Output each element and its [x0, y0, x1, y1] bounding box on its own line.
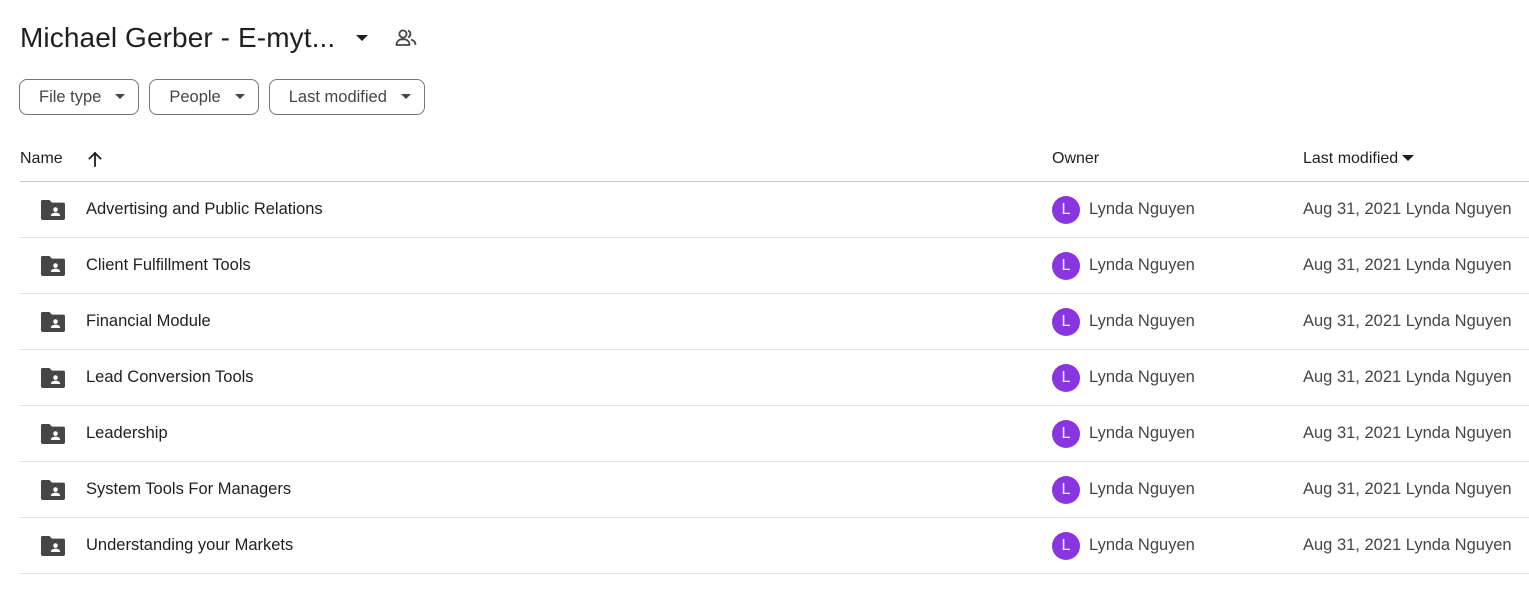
caret-down-icon — [1402, 155, 1415, 162]
table-header: Name Owner Last modified — [20, 136, 1529, 182]
file-list: Name Owner Last modified Advertising and… — [20, 136, 1529, 574]
column-label: Name — [20, 149, 63, 167]
name-column-header[interactable]: Name — [20, 150, 103, 168]
table-row[interactable]: Lead Conversion Tools L Lynda Nguyen Aug… — [20, 350, 1529, 406]
owner-name: Lynda Nguyen — [1089, 256, 1195, 274]
table-row[interactable]: Understanding your Markets L Lynda Nguye… — [20, 518, 1529, 574]
last-modified-value: Aug 31, 2021 Lynda Nguyen — [1303, 536, 1512, 554]
shared-folder-icon — [41, 368, 65, 388]
table-body: Advertising and Public Relations L Lynda… — [20, 182, 1529, 574]
last-modified-filter[interactable]: Last modified — [268, 79, 425, 115]
caret-down-icon — [234, 94, 245, 100]
owner-name: Lynda Nguyen — [1089, 312, 1195, 330]
file-name[interactable]: Leadership — [86, 424, 168, 443]
last-modified-value: Aug 31, 2021 Lynda Nguyen — [1303, 480, 1512, 498]
shared-folder-icon — [41, 424, 65, 444]
owner-name: Lynda Nguyen — [1089, 424, 1195, 442]
shared-folder-icon — [41, 200, 65, 220]
avatar[interactable]: L — [1052, 531, 1080, 560]
caret-down-icon[interactable] — [349, 25, 375, 51]
last-modified-value: Aug 31, 2021 Lynda Nguyen — [1303, 200, 1512, 218]
owner-name: Lynda Nguyen — [1089, 200, 1195, 218]
owner-cell: L Lynda Nguyen — [1052, 195, 1195, 224]
owner-cell: L Lynda Nguyen — [1052, 307, 1195, 336]
table-row[interactable]: Financial Module L Lynda Nguyen Aug 31, … — [20, 294, 1529, 350]
owner-name: Lynda Nguyen — [1089, 536, 1195, 554]
table-row[interactable]: Client Fulfillment Tools L Lynda Nguyen … — [20, 238, 1529, 294]
file-name[interactable]: Client Fulfillment Tools — [86, 256, 251, 275]
owner-cell: L Lynda Nguyen — [1052, 475, 1195, 504]
avatar[interactable]: L — [1052, 251, 1080, 280]
last-modified-value: Aug 31, 2021 Lynda Nguyen — [1303, 424, 1512, 442]
column-label: Last modified — [1303, 149, 1399, 167]
table-row[interactable]: Leadership L Lynda Nguyen Aug 31, 2021 L… — [20, 406, 1529, 462]
table-row[interactable]: Advertising and Public Relations L Lynda… — [20, 182, 1529, 238]
file-name[interactable]: Understanding your Markets — [86, 536, 293, 555]
last-modified-value: Aug 31, 2021 Lynda Nguyen — [1303, 368, 1512, 386]
file-name[interactable]: System Tools For Managers — [86, 480, 291, 499]
table-row[interactable]: System Tools For Managers L Lynda Nguyen… — [20, 462, 1529, 518]
filter-chips: File type People Last modified — [19, 79, 425, 115]
people-icon[interactable] — [393, 25, 419, 51]
owner-name: Lynda Nguyen — [1089, 480, 1195, 498]
avatar[interactable]: L — [1052, 363, 1080, 392]
last-modified-value: Aug 31, 2021 Lynda Nguyen — [1303, 256, 1512, 274]
shared-folder-icon — [41, 480, 65, 500]
caret-down-icon — [115, 94, 126, 100]
people-filter[interactable]: People — [149, 79, 259, 115]
owner-column-header: Owner — [1052, 149, 1100, 167]
avatar[interactable]: L — [1052, 195, 1080, 224]
chip-label: People — [169, 87, 221, 106]
owner-cell: L Lynda Nguyen — [1052, 419, 1195, 448]
folder-header: Michael Gerber - E-myt... — [20, 18, 419, 58]
avatar[interactable]: L — [1052, 475, 1080, 504]
owner-cell: L Lynda Nguyen — [1052, 531, 1195, 560]
file-name[interactable]: Advertising and Public Relations — [86, 200, 323, 219]
owner-name: Lynda Nguyen — [1089, 368, 1195, 386]
last-modified-column-header[interactable]: Last modified — [1303, 149, 1415, 168]
owner-cell: L Lynda Nguyen — [1052, 363, 1195, 392]
shared-folder-icon — [41, 536, 65, 556]
avatar[interactable]: L — [1052, 419, 1080, 448]
last-modified-value: Aug 31, 2021 Lynda Nguyen — [1303, 312, 1512, 330]
caret-down-icon — [400, 94, 411, 100]
folder-title[interactable]: Michael Gerber - E-myt... — [20, 22, 335, 54]
chip-label: File type — [39, 87, 102, 106]
shared-folder-icon — [41, 256, 65, 276]
file-type-filter[interactable]: File type — [19, 79, 140, 115]
avatar[interactable]: L — [1052, 307, 1080, 336]
arrow-up-icon[interactable] — [87, 151, 103, 167]
file-name[interactable]: Lead Conversion Tools — [86, 368, 254, 387]
chip-label: Last modified — [288, 87, 387, 106]
file-name[interactable]: Financial Module — [86, 312, 211, 331]
shared-folder-icon — [41, 312, 65, 332]
owner-cell: L Lynda Nguyen — [1052, 251, 1195, 280]
